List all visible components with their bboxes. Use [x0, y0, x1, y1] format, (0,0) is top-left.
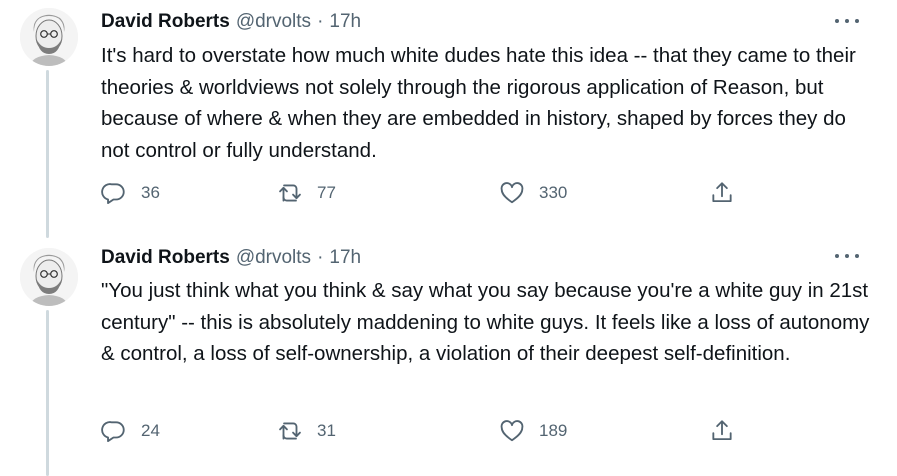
thread-line: [46, 70, 49, 238]
avatar-sketch-icon: [20, 248, 78, 306]
reply-count: 24: [141, 421, 160, 440]
retweet-button[interactable]: 31: [277, 416, 336, 446]
share-icon: [712, 420, 732, 441]
share-icon: [712, 182, 732, 203]
tweet-header: David Roberts @drvolts · 17h: [101, 246, 361, 270]
tweet-text: "You just think what you think & say wha…: [101, 279, 870, 365]
share-button[interactable]: [709, 416, 735, 446]
reply-icon: [101, 183, 125, 204]
heart-icon: [500, 182, 524, 204]
tweet-actions: 36 77 330: [101, 178, 861, 208]
reply-button[interactable]: 24: [101, 416, 160, 446]
thread-line: [46, 310, 49, 476]
heart-icon: [500, 420, 524, 442]
like-count: 189: [539, 421, 568, 440]
avatar[interactable]: [20, 248, 78, 306]
more-options-icon[interactable]: [835, 12, 859, 30]
separator-dot: ·: [317, 247, 324, 268]
retweet-count: 31: [317, 421, 336, 440]
retweet-button[interactable]: 77: [277, 178, 336, 208]
avatar-sketch-icon: [20, 8, 78, 66]
like-button[interactable]: 189: [499, 416, 567, 446]
author-handle[interactable]: @drvolts: [236, 11, 311, 33]
retweet-icon: [279, 184, 301, 202]
separator-dot: ·: [317, 11, 324, 32]
retweet-count: 77: [317, 183, 336, 202]
reply-button[interactable]: 36: [101, 178, 160, 208]
tweet[interactable]: David Roberts @drvolts · 17h "You just t…: [0, 238, 897, 476]
timestamp[interactable]: 17h: [329, 247, 361, 269]
author-name[interactable]: David Roberts: [101, 11, 230, 33]
tweet-text: It's hard to overstate how much white du…: [101, 44, 856, 162]
reply-icon: [101, 421, 125, 442]
like-count: 330: [539, 183, 568, 202]
tweet-header: David Roberts @drvolts · 17h: [101, 10, 361, 34]
reply-count: 36: [141, 183, 160, 202]
share-button[interactable]: [709, 178, 735, 208]
author-name[interactable]: David Roberts: [101, 247, 230, 269]
timestamp[interactable]: 17h: [329, 11, 361, 33]
like-button[interactable]: 330: [499, 178, 567, 208]
retweet-icon: [279, 422, 301, 440]
tweet-actions: 24 31 189: [101, 416, 861, 446]
more-options-icon[interactable]: [835, 247, 859, 265]
author-handle[interactable]: @drvolts: [236, 247, 311, 269]
tweet[interactable]: David Roberts @drvolts · 17h It's hard t…: [0, 0, 897, 238]
avatar[interactable]: [20, 8, 78, 66]
